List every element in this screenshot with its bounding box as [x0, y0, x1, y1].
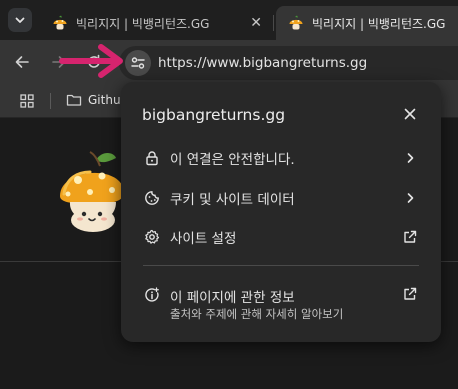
site-info-popup: bigbangreturns.gg 이 연결은 안전합니다. 쿠키 및 사이트 …: [121, 82, 441, 342]
bookmarks-divider: [50, 93, 51, 109]
cookies-row[interactable]: 쿠키 및 사이트 데이터: [121, 178, 441, 218]
close-tab-button[interactable]: ✕: [250, 15, 262, 31]
close-icon[interactable]: [403, 107, 417, 121]
reload-button[interactable]: [83, 51, 105, 73]
connection-secure-row[interactable]: 이 연결은 안전합니다.: [121, 138, 441, 178]
tab-strip: 빅리지지 | 빅뱅리턴즈.GG ✕ 빅리지지 | 빅뱅리턴즈.GG: [0, 0, 458, 40]
tab-title: 빅리지지 | 빅뱅리턴즈.GG: [312, 16, 446, 31]
bookmark-folder-label: Githu: [88, 93, 121, 107]
tab-inactive[interactable]: 빅리지지 | 빅뱅리턴즈.GG ✕: [40, 6, 272, 40]
url-text[interactable]: https://www.bigbangreturns.gg: [158, 55, 367, 71]
toolbar: https://www.bigbangreturns.gg: [0, 40, 458, 85]
apps-button[interactable]: [19, 93, 35, 113]
tab-active[interactable]: 빅리지지 | 빅뱅리턴즈.GG: [276, 6, 458, 40]
bookmark-folder[interactable]: Githu: [66, 92, 121, 108]
mushroom-mascot-icon: [60, 151, 124, 232]
cookies-label: 쿠키 및 사이트 데이터: [170, 192, 295, 208]
tab-divider: [273, 15, 274, 31]
cookie-icon: [143, 189, 161, 207]
popup-divider: [143, 265, 419, 266]
site-info-icon: [131, 57, 145, 69]
site-info-button[interactable]: [125, 50, 151, 76]
site-settings-row[interactable]: 사이트 설정: [121, 217, 441, 257]
folder-icon: [66, 94, 82, 106]
open-external-icon: [403, 287, 417, 301]
apps-grid-icon: [20, 94, 34, 108]
tab-search-button[interactable]: [8, 8, 32, 32]
about-page-label: 이 페이지에 관한 정보: [170, 290, 295, 306]
tab-title: 빅리지지 | 빅뱅리턴즈.GG: [76, 16, 210, 31]
chevron-down-icon: [15, 17, 25, 23]
info-icon: [143, 286, 161, 304]
back-button[interactable]: [11, 51, 33, 73]
site-settings-label: 사이트 설정: [170, 231, 237, 247]
back-icon: [15, 56, 29, 68]
forward-icon: [52, 56, 66, 68]
about-page-subtitle: 출처와 주제에 관해 자세히 알아보기: [170, 307, 344, 321]
forward-button[interactable]: [48, 51, 70, 73]
about-page-row[interactable]: 이 페이지에 관한 정보 출처와 주제에 관해 자세히 알아보기: [121, 280, 441, 326]
gear-icon: [143, 228, 161, 246]
address-bar[interactable]: https://www.bigbangreturns.gg: [119, 46, 458, 80]
mushroom-favicon-icon: [289, 15, 303, 30]
chevron-right-icon: [403, 191, 417, 205]
popup-site-name: bigbangreturns.gg: [142, 106, 286, 124]
chevron-right-icon: [403, 151, 417, 165]
open-external-icon: [403, 230, 417, 244]
lock-icon: [143, 149, 161, 167]
reload-icon: [88, 54, 100, 68]
connection-label: 이 연결은 안전합니다.: [170, 152, 295, 168]
mushroom-favicon-icon: [53, 15, 67, 30]
